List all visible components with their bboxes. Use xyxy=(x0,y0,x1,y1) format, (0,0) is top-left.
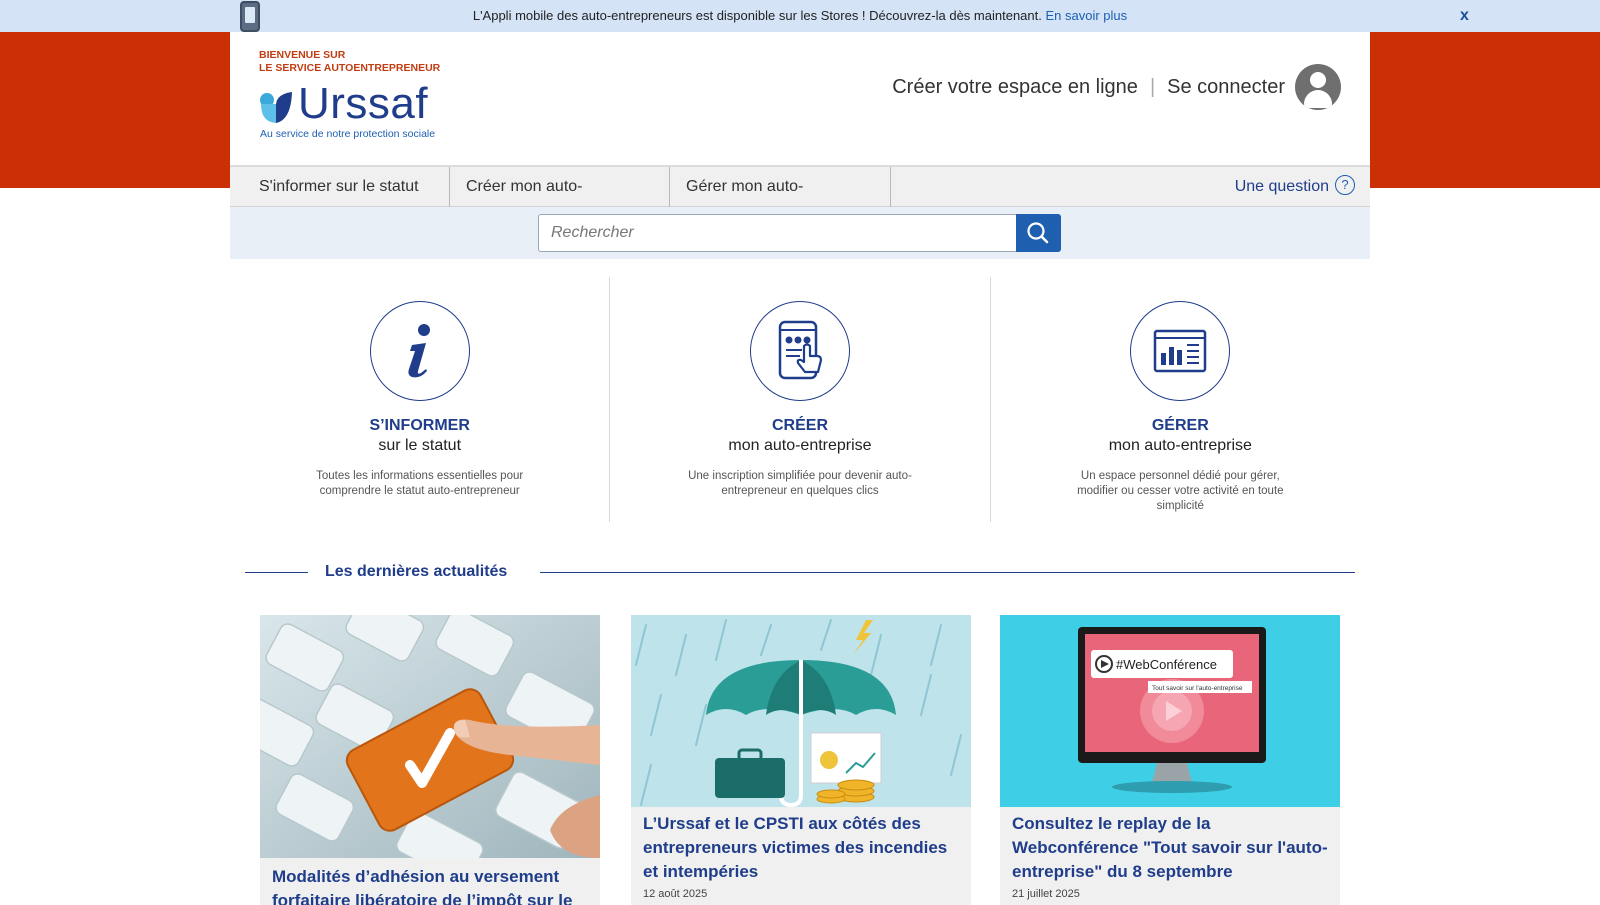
feature-creer[interactable]: CRÉER mon auto-entreprise Une inscriptio… xyxy=(609,277,991,522)
feature-creer-description: Une inscription simplifiée pour devenir … xyxy=(688,470,912,497)
tablet-touch-icon xyxy=(778,320,823,380)
news-card[interactable]: Modalités d’adhésion au versement forfai… xyxy=(260,615,600,905)
news-card-date: 21 juillet 2025 xyxy=(1012,888,1080,900)
info-icon xyxy=(408,324,430,378)
feature-informer-badge[interactable] xyxy=(369,301,470,401)
welcome-text: BIENVENUE SUR LE SERVICE AUTOENTREPRENEU… xyxy=(259,49,440,75)
welcome-line-2: LE SERVICE AUTOENTREPRENEUR xyxy=(259,62,441,74)
search-button[interactable] xyxy=(1016,214,1061,252)
account-links: Créer votre espace en ligne | Se connect… xyxy=(892,64,1341,110)
heading-rule-left xyxy=(245,572,308,573)
webconference-monitor-image: #WebConférence Tout savoir sur l'auto-en… xyxy=(1000,615,1340,807)
create-space-link[interactable]: Créer votre espace en ligne xyxy=(892,76,1138,99)
news-section-heading: Les dernières actualités xyxy=(245,562,1355,582)
search-icon xyxy=(1027,222,1049,244)
login-link[interactable]: Se connecter xyxy=(1167,76,1285,99)
logo-tagline: Au service de notre protection sociale xyxy=(260,128,436,140)
feature-gerer-subtitle: mon auto-entreprise xyxy=(1108,437,1252,454)
news-title: Les dernières actualités xyxy=(325,563,508,580)
news-card-title[interactable]: L’Urssaf et le CPSTI aux côtés des entre… xyxy=(643,812,961,884)
banner-message: L'Appli mobile des auto-entrepreneurs es… xyxy=(0,8,1600,23)
urssaf-logo-wordmark[interactable]: Urssaf xyxy=(298,82,428,126)
feature-creer-title: CRÉER xyxy=(771,417,828,434)
news-card-date: 12 août 2025 xyxy=(643,888,708,900)
feature-gerer-title: GÉRER xyxy=(1151,417,1209,434)
feature-creer-subtitle: mon auto-entreprise xyxy=(728,437,872,454)
news-card[interactable]: #WebConférence Tout savoir sur l'auto-en… xyxy=(1000,615,1340,905)
banner-close-button[interactable]: x xyxy=(1460,7,1469,25)
feature-informer[interactable]: S’INFORMER sur le statut Toutes les info… xyxy=(230,277,609,522)
banner-text: L'Appli mobile des auto-entrepreneurs es… xyxy=(472,8,1042,23)
feature-informer-title: S’INFORMER xyxy=(369,417,470,434)
main-nav: S'informer sur le statut Créer mon auto-… xyxy=(230,165,1370,235)
nav-item-creer[interactable]: Créer mon auto-entreprise xyxy=(450,167,670,235)
umbrella-protection-image xyxy=(631,615,971,807)
feature-gerer-badge[interactable] xyxy=(1130,301,1231,401)
search-input[interactable] xyxy=(538,214,1018,252)
site-header: BIENVENUE SUR LE SERVICE AUTOENTREPRENEU… xyxy=(230,32,1370,165)
main-container: BIENVENUE SUR LE SERVICE AUTOENTREPRENEU… xyxy=(230,32,1370,905)
webconf-subtitle-text: Tout savoir sur l'auto-entreprise xyxy=(1152,685,1243,692)
question-label: Une question xyxy=(1234,178,1329,195)
nav-item-informer[interactable]: S'informer sur le statut xyxy=(230,167,450,207)
header-separator: | xyxy=(1149,75,1156,98)
news-card-title[interactable]: Modalités d’adhésion au versement forfai… xyxy=(272,865,590,905)
question-link[interactable]: Une question ? xyxy=(1235,167,1355,207)
welcome-line-1: BIENVENUE SUR xyxy=(259,49,346,61)
feature-informer-subtitle: sur le statut xyxy=(378,437,462,454)
app-banner: L'Appli mobile des auto-entrepreneurs es… xyxy=(0,0,1600,32)
feature-tiles: S’INFORMER sur le statut Toutes les info… xyxy=(230,277,1370,522)
feature-creer-badge[interactable] xyxy=(749,301,850,401)
user-avatar-icon[interactable] xyxy=(1295,64,1341,110)
webconf-tag-text: #WebConférence xyxy=(1116,657,1217,672)
keyboard-checkmark-image xyxy=(260,615,600,858)
search-bar xyxy=(230,207,1370,259)
news-card-title[interactable]: Consultez le replay de la Webconférence … xyxy=(1012,812,1330,884)
news-card[interactable]: L’Urssaf et le CPSTI aux côtés des entre… xyxy=(631,615,971,905)
heading-rule-right xyxy=(540,572,1355,573)
feature-informer-description: Toutes les informations essentielles pou… xyxy=(316,470,524,497)
dashboard-icon xyxy=(1154,329,1207,373)
urssaf-logo-icon[interactable] xyxy=(259,90,293,124)
feature-gerer-description: Un espace personnel dédié pour gérer, mo… xyxy=(1077,470,1284,512)
feature-gerer[interactable]: GÉRER mon auto-entreprise Un espace pers… xyxy=(991,277,1370,522)
nav-item-gerer[interactable]: Gérer mon auto-entreprise xyxy=(670,167,891,235)
banner-learn-more-link[interactable]: En savoir plus xyxy=(1045,8,1127,23)
question-mark-icon: ? xyxy=(1335,175,1355,195)
